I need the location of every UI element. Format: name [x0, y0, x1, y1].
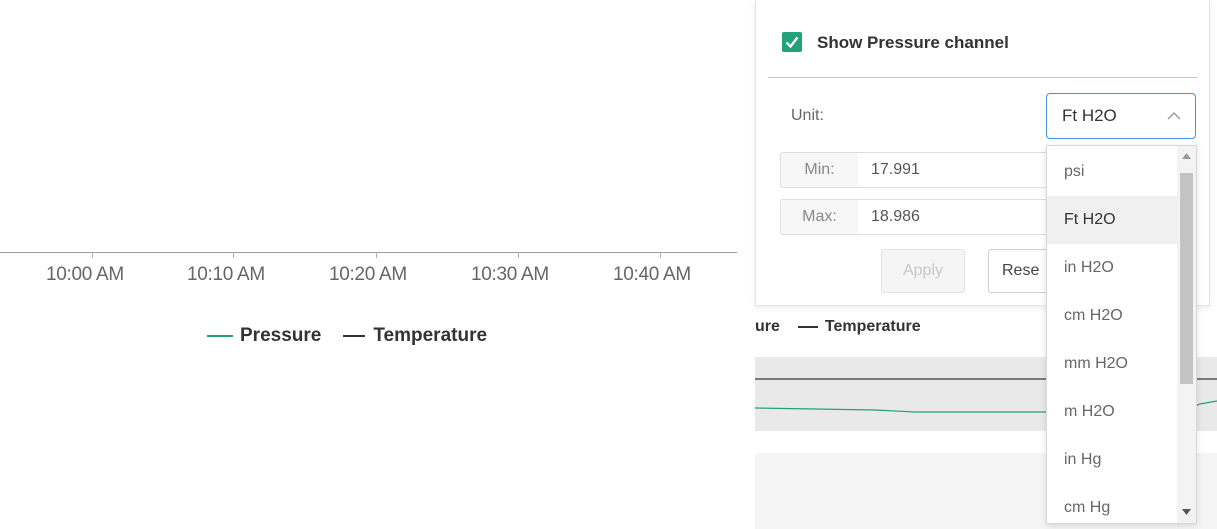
x-axis-tick-label: 10:20 AM: [329, 264, 407, 285]
pressure-legend-label-clipped[interactable]: ure: [755, 318, 780, 336]
unit-option-cm-hg[interactable]: cm Hg: [1047, 484, 1177, 523]
unit-option-ft-h2o[interactable]: Ft H2O: [1047, 196, 1177, 244]
unit-option-m-h2o[interactable]: m H2O: [1047, 388, 1177, 436]
temperature-legend-label[interactable]: Temperature: [373, 325, 487, 347]
dropdown-scroll-thumb[interactable]: [1180, 173, 1193, 384]
x-axis-tick: [233, 252, 234, 258]
chevron-up-icon: [1167, 112, 1181, 120]
max-addon: Max:: [780, 199, 859, 235]
pressure-legend-label[interactable]: Pressure: [240, 325, 321, 347]
unit-label: Unit:: [791, 107, 824, 124]
unit-option-in-hg[interactable]: in Hg: [1047, 436, 1177, 484]
temperature-legend-label-clipped[interactable]: Temperature: [825, 318, 921, 336]
chart-legend: Pressure Temperature: [207, 325, 487, 347]
show-channel-checkbox[interactable]: [782, 32, 802, 52]
temperature-legend-swatch: [343, 335, 366, 337]
max-input[interactable]: 18.986: [858, 199, 1048, 235]
unit-option-in-h2o[interactable]: in H2O: [1047, 244, 1177, 292]
unit-select-value: Ft H2O: [1062, 106, 1117, 125]
x-axis-tick: [92, 252, 93, 258]
scroll-down-arrow-icon[interactable]: [1182, 509, 1191, 515]
max-label: Max:: [802, 208, 837, 225]
unit-select[interactable]: Ft H2O: [1046, 93, 1196, 139]
x-axis-tick-label: 10:10 AM: [187, 264, 265, 285]
pressure-legend-swatch: [207, 335, 233, 337]
x-axis-tick-label: 10:40 AM: [613, 264, 691, 285]
check-icon: [785, 36, 799, 49]
unit-dropdown-list[interactable]: psi Ft H2O in H2O cm H2O mm H2O m H2O in…: [1046, 145, 1197, 524]
unit-option-cm-h2o[interactable]: cm H2O: [1047, 292, 1177, 340]
scroll-up-arrow-icon[interactable]: [1182, 153, 1191, 159]
chart-legend-clipped: ure Temperature: [755, 318, 921, 336]
temperature-legend-swatch: [797, 326, 818, 328]
x-axis-tick: [660, 252, 661, 258]
show-channel-label[interactable]: Show Pressure channel: [817, 33, 1009, 53]
min-label: Min:: [804, 161, 835, 178]
min-addon: Min:: [780, 152, 859, 188]
unit-option-mm-h2o[interactable]: mm H2O: [1047, 340, 1177, 388]
x-axis-tick: [518, 252, 519, 258]
apply-button[interactable]: Apply: [881, 249, 965, 293]
x-axis-line: [0, 252, 737, 253]
min-input[interactable]: 17.991: [858, 152, 1048, 188]
x-axis-tick-label: 10:30 AM: [471, 264, 549, 285]
x-axis-tick: [376, 252, 377, 258]
dropdown-scrollbar[interactable]: [1177, 146, 1196, 523]
unit-option-psi[interactable]: psi: [1047, 148, 1177, 196]
popover-divider: [768, 77, 1198, 78]
x-axis-tick-label: 10:00 AM: [46, 264, 124, 285]
